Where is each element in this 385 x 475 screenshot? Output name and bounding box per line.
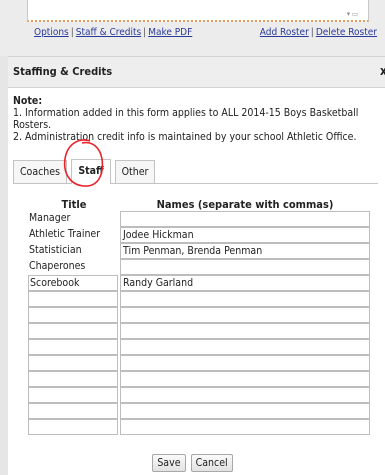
title-label: Statistician	[29, 244, 82, 256]
names-input[interactable]: Randy Garland	[120, 275, 370, 291]
table-row	[28, 307, 370, 323]
table-row	[28, 323, 370, 339]
dialog-title: Staffing & Credits	[13, 65, 113, 78]
title-input[interactable]	[28, 355, 118, 371]
title-input[interactable]: Scorebook	[28, 275, 118, 291]
table-row	[28, 371, 370, 387]
cancel-button[interactable]: Cancel	[190, 454, 233, 472]
tab-other[interactable]: Other	[115, 160, 155, 183]
title-input[interactable]	[28, 307, 118, 323]
make-pdf-link[interactable]: Make PDF	[148, 27, 192, 38]
note-block: Note: 1. Information added in this form …	[13, 95, 383, 143]
table-row	[28, 291, 370, 307]
table-body: Manager Athletic Trainer Jodee Hickman Stat…	[28, 211, 370, 435]
tab-staff[interactable]: Staff	[71, 159, 111, 184]
delete-roster-link[interactable]: Delete Roster	[316, 27, 377, 38]
table-row	[28, 355, 370, 371]
names-input[interactable]: Tim Penman, Brenda Penman	[120, 243, 370, 259]
title-input[interactable]	[28, 323, 118, 339]
dialog-titlebar[interactable]: Staffing & Credits x	[8, 56, 385, 88]
title-input[interactable]	[28, 403, 118, 419]
options-link[interactable]: Options	[34, 27, 69, 38]
table-header: Title Names (separate with commas)	[28, 198, 368, 211]
table-row	[28, 339, 370, 355]
names-input[interactable]: Jodee Hickman	[120, 227, 370, 243]
names-input[interactable]	[120, 323, 370, 339]
table-row: Athletic Trainer Jodee Hickman	[28, 227, 370, 243]
names-column-header: Names (separate with commas)	[156, 198, 334, 211]
close-icon[interactable]: x	[380, 64, 385, 78]
separator: |	[143, 27, 147, 38]
table-row: Chaperones	[28, 259, 370, 275]
names-input[interactable]	[120, 387, 370, 403]
names-input[interactable]	[120, 211, 370, 227]
table-row: Scorebook Randy Garland	[28, 275, 370, 291]
names-input[interactable]	[120, 403, 370, 419]
title-input[interactable]	[28, 339, 118, 355]
names-input[interactable]	[120, 307, 370, 323]
table-row: Statistician Tim Penman, Brenda Penman	[28, 243, 370, 259]
names-input[interactable]	[120, 419, 370, 435]
roster-panel-edge: ▾ ▭	[27, 0, 369, 22]
separator: |	[310, 27, 314, 38]
cropped-indicator: ▾ ▭	[346, 10, 358, 18]
names-input[interactable]	[120, 259, 370, 275]
title-column-header: Title	[61, 198, 87, 211]
staff-table: Title Names (separate with commas) Manag…	[28, 198, 370, 435]
tab-bar-rule	[13, 183, 378, 184]
roster-toolbar: Options | Staff & Credits | Make PDF Add Ros…	[34, 27, 377, 41]
names-input[interactable]	[120, 371, 370, 387]
names-input[interactable]	[120, 339, 370, 355]
title-label: Chaperones	[29, 260, 86, 272]
table-row	[28, 387, 370, 403]
roster-actions: Add Roster | Delete Roster	[260, 27, 377, 38]
table-row: Manager	[28, 211, 370, 227]
names-input[interactable]	[120, 355, 370, 371]
tab-bar: Coaches Staff Other	[13, 158, 378, 184]
title-input[interactable]	[28, 387, 118, 403]
names-input[interactable]	[120, 291, 370, 307]
separator: |	[70, 27, 74, 38]
dialog-buttons: Save Cancel	[0, 454, 385, 472]
note-heading: Note:	[13, 95, 43, 107]
note-line: 1. Information added in this form applie…	[13, 107, 359, 131]
title-label: Athletic Trainer	[29, 228, 101, 240]
staff-credits-link[interactable]: Staff & Credits	[76, 27, 141, 38]
tab-coaches[interactable]: Coaches	[13, 160, 67, 183]
title-input[interactable]	[28, 371, 118, 387]
save-button[interactable]: Save	[152, 454, 186, 472]
add-roster-link[interactable]: Add Roster	[260, 27, 309, 38]
table-row	[28, 403, 370, 419]
title-input[interactable]	[28, 291, 118, 307]
title-input[interactable]	[28, 419, 118, 435]
title-label: Manager	[29, 212, 71, 224]
note-line: 2. Administration credit info is maintai…	[13, 131, 357, 143]
table-row	[28, 419, 370, 435]
